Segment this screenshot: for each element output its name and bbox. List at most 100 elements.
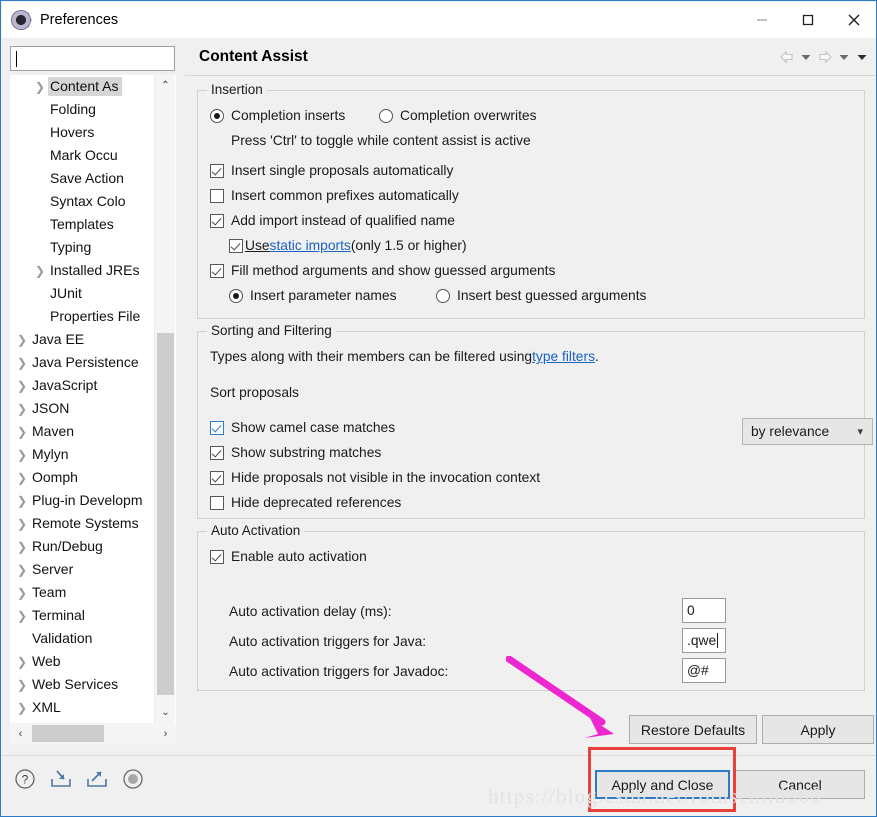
checkbox-add-import[interactable]: Add import instead of qualified name <box>210 213 455 228</box>
sidebar-item-label: Web Services <box>32 676 119 692</box>
sidebar-item-validation[interactable]: Validation <box>10 627 176 650</box>
checkbox-show-substring[interactable]: Show substring matches <box>210 445 381 460</box>
chevron-right-icon[interactable]: ❯ <box>14 449 30 461</box>
chevron-right-icon[interactable]: ❯ <box>14 518 30 530</box>
chevron-right-icon[interactable]: ❯ <box>14 541 30 553</box>
sorting-group-title: Sorting and Filtering <box>207 323 336 338</box>
sidebar-item-installed-jres[interactable]: ❯ Installed JREs <box>10 259 176 282</box>
sidebar-item-web[interactable]: ❯ Web <box>10 650 176 673</box>
apply-button[interactable]: Apply <box>762 715 874 744</box>
sidebar-item-junit[interactable]: JUnit <box>10 282 176 305</box>
checkbox-hide-invisible-proposals[interactable]: Hide proposals not visible in the invoca… <box>210 470 540 485</box>
radio-insert-parameter-names[interactable]: Insert parameter names <box>229 288 396 303</box>
sidebar-item-team[interactable]: ❯ Team <box>10 581 176 604</box>
help-icon[interactable]: ? <box>13 767 37 791</box>
chevron-right-icon[interactable]: ❯ <box>14 679 30 691</box>
radio-insert-best-guessed-arguments[interactable]: Insert best guessed arguments <box>436 288 646 303</box>
sidebar-item-web-services[interactable]: ❯ Web Services <box>10 673 176 696</box>
sidebar-item-content-as[interactable]: ❯ Content As <box>10 75 176 98</box>
sidebar-item-javascript[interactable]: ❯ JavaScript <box>10 374 176 397</box>
chevron-right-icon[interactable]: ❯ <box>14 357 30 369</box>
chevron-right-icon[interactable]: ❯ <box>14 472 30 484</box>
sort-proposals-text: Sort proposals <box>210 385 299 400</box>
tree-vertical-scrollbar[interactable]: ⌃ ⌄ <box>154 75 175 723</box>
sidebar-item-label: Folding <box>50 101 96 117</box>
close-button[interactable] <box>831 2 876 38</box>
chevron-right-icon[interactable]: ❯ <box>14 426 30 438</box>
checkbox-use-static-imports[interactable]: Use static imports (only 1.5 or higher) <box>229 238 467 253</box>
restore-defaults-button[interactable]: Restore Defaults <box>629 715 757 744</box>
checkbox-hide-deprecated[interactable]: Hide deprecated references <box>210 495 401 510</box>
back-dropdown-icon[interactable] <box>797 45 815 69</box>
checkbox-insert-common-prefixes[interactable]: Insert common prefixes automatically <box>210 188 459 203</box>
sort-proposals-select[interactable]: by relevance ▾ <box>742 418 873 445</box>
sidebar-item-hovers[interactable]: Hovers <box>10 121 176 144</box>
checkbox-indicator <box>229 238 243 253</box>
menu-dropdown-icon[interactable] <box>853 45 871 69</box>
sidebar-item-java-ee[interactable]: ❯ Java EE <box>10 328 176 351</box>
sidebar-item-remote-systems[interactable]: ❯ Remote Systems <box>10 512 176 535</box>
checkbox-show-camel-case[interactable]: Show camel case matches <box>210 420 395 435</box>
sidebar-item-oomph[interactable]: ❯ Oomph <box>10 466 176 489</box>
forward-arrow-icon[interactable] <box>815 45 835 69</box>
sidebar-item-label: Typing <box>50 239 92 255</box>
chevron-right-icon[interactable]: ❯ <box>14 656 30 668</box>
horizontal-scroll-thumb[interactable] <box>32 725 104 742</box>
sidebar-item-templates[interactable]: Templates <box>10 213 176 236</box>
auto-activation-java-input[interactable]: .qwe <box>682 628 726 653</box>
minimize-button[interactable] <box>739 2 785 38</box>
static-imports-suffix: (only 1.5 or higher) <box>350 238 467 253</box>
sidebar-item-folding[interactable]: Folding <box>10 98 176 121</box>
sidebar-item-typing[interactable]: Typing <box>10 236 176 259</box>
import-icon[interactable] <box>49 767 73 791</box>
radio-completion-inserts[interactable]: Completion inserts <box>210 108 345 123</box>
chevron-right-icon[interactable]: ❯ <box>14 403 30 415</box>
sidebar-item-run-debug[interactable]: ❯ Run/Debug <box>10 535 176 558</box>
chevron-right-icon[interactable]: ❯ <box>14 380 30 392</box>
chevron-right-icon[interactable]: ❯ <box>14 610 30 622</box>
sidebar-item-java-persistence[interactable]: ❯ Java Persistence <box>10 351 176 374</box>
sidebar-item-mark-occu[interactable]: Mark Occu <box>10 144 176 167</box>
sidebar-item-server[interactable]: ❯ Server <box>10 558 176 581</box>
radio-completion-overwrites[interactable]: Completion overwrites <box>379 108 537 123</box>
apply-and-close-button[interactable]: Apply and Close <box>595 770 730 799</box>
chevron-right-icon[interactable]: ❯ <box>14 564 30 576</box>
export-icon[interactable] <box>85 767 109 791</box>
back-arrow-icon[interactable] <box>777 45 797 69</box>
sidebar-item-mylyn[interactable]: ❯ Mylyn <box>10 443 176 466</box>
auto-activation-javadoc-input[interactable]: @# <box>682 658 726 683</box>
sidebar-item-maven[interactable]: ❯ Maven <box>10 420 176 443</box>
vertical-scroll-thumb[interactable] <box>157 333 174 695</box>
preferences-tree[interactable]: ❯ Content As Folding Hovers Mark Occu Save Ac… <box>10 75 176 723</box>
static-imports-link[interactable]: static imports <box>270 238 351 253</box>
scroll-down-icon[interactable]: ⌄ <box>155 702 176 723</box>
checkbox-insert-single-proposals[interactable]: Insert single proposals automatically <box>210 163 453 178</box>
record-icon[interactable] <box>121 767 145 791</box>
chevron-right-icon[interactable]: ❯ <box>14 702 30 714</box>
type-filters-link[interactable]: type filters <box>532 349 595 364</box>
search-input[interactable] <box>10 46 175 71</box>
chevron-right-icon[interactable]: ❯ <box>14 587 30 599</box>
sidebar-item-json[interactable]: ❯ JSON <box>10 397 176 420</box>
checkbox-fill-method-arguments[interactable]: Fill method arguments and show guessed a… <box>210 263 555 278</box>
forward-dropdown-icon[interactable] <box>835 45 853 69</box>
sidebar-item-terminal[interactable]: ❯ Terminal <box>10 604 176 627</box>
cancel-button[interactable]: Cancel <box>735 770 865 799</box>
sidebar-item-xml[interactable]: ❯ XML <box>10 696 176 719</box>
scroll-right-icon[interactable]: › <box>155 723 176 744</box>
chevron-right-icon[interactable]: ❯ <box>32 81 48 93</box>
chevron-right-icon[interactable]: ❯ <box>14 495 30 507</box>
scroll-left-icon[interactable]: ‹ <box>10 723 31 744</box>
chevron-right-icon[interactable]: ❯ <box>32 265 48 277</box>
scroll-up-icon[interactable]: ⌃ <box>155 75 176 96</box>
sidebar-item-save-action[interactable]: Save Action <box>10 167 176 190</box>
sidebar-item-syntax-colo[interactable]: Syntax Colo <box>10 190 176 213</box>
chevron-right-icon[interactable]: ❯ <box>14 334 30 346</box>
auto-activation-delay-input[interactable]: 0 <box>682 598 726 623</box>
delay-value: 0 <box>687 603 695 618</box>
sidebar-item-plug-in-developm[interactable]: ❯ Plug-in Developm <box>10 489 176 512</box>
maximize-button[interactable] <box>785 2 831 38</box>
sidebar-item-properties-file[interactable]: Properties File <box>10 305 176 328</box>
tree-horizontal-scrollbar[interactable]: ‹ › <box>10 723 176 744</box>
checkbox-enable-auto-activation[interactable]: Enable auto activation <box>210 549 367 564</box>
